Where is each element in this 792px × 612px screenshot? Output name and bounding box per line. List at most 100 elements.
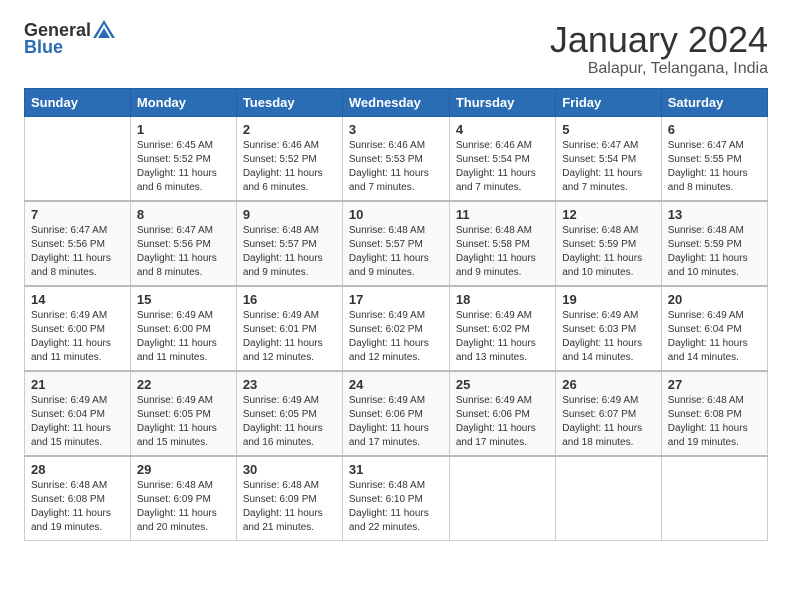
day-info: Sunrise: 6:48 AM Sunset: 6:10 PM Dayligh… [349, 479, 443, 535]
day-number: 3 [349, 122, 443, 137]
col-header-saturday: Saturday [661, 88, 767, 116]
calendar-cell: 19 Sunrise: 6:49 AM Sunset: 6:03 PM Dayli… [556, 286, 662, 371]
day-info: Sunrise: 6:47 AM Sunset: 5:55 PM Dayligh… [668, 139, 761, 195]
calendar-cell: 8 Sunrise: 6:47 AM Sunset: 5:56 PM Daylig… [130, 201, 236, 286]
month-title: January 2024 [550, 20, 768, 60]
day-number: 7 [31, 207, 124, 222]
col-header-thursday: Thursday [449, 88, 555, 116]
day-number: 27 [668, 377, 761, 392]
day-info: Sunrise: 6:49 AM Sunset: 6:06 PM Dayligh… [456, 394, 549, 450]
day-info: Sunrise: 6:46 AM Sunset: 5:53 PM Dayligh… [349, 139, 443, 195]
day-number: 24 [349, 377, 443, 392]
day-number: 17 [349, 292, 443, 307]
day-info: Sunrise: 6:49 AM Sunset: 6:02 PM Dayligh… [349, 309, 443, 365]
week-row-1: 1Sunrise: 6:45 AM Sunset: 5:52 PM Daylig… [25, 116, 768, 201]
calendar-header-row: SundayMondayTuesdayWednesdayThursdayFrid… [25, 88, 768, 116]
day-number: 6 [668, 122, 761, 137]
day-info: Sunrise: 6:48 AM Sunset: 5:59 PM Dayligh… [562, 224, 655, 280]
day-number: 31 [349, 462, 443, 477]
calendar-cell: 3 Sunrise: 6:46 AM Sunset: 5:53 PM Daylig… [342, 116, 449, 201]
calendar-cell: 10 Sunrise: 6:48 AM Sunset: 5:57 PM Dayli… [342, 201, 449, 286]
calendar-cell: 26Sunrise: 6:49 AM Sunset: 6:07 PM Dayli… [556, 371, 662, 456]
day-number: 19 [562, 292, 655, 307]
day-number: 5 [562, 122, 655, 137]
day-info: Sunrise: 6:49 AM Sunset: 6:04 PM Dayligh… [668, 309, 761, 365]
calendar-cell: 14 Sunrise: 6:49 AM Sunset: 6:00 PM Dayli… [25, 286, 131, 371]
day-info: Sunrise: 6:49 AM Sunset: 6:05 PM Dayligh… [243, 394, 336, 450]
calendar-cell [449, 456, 555, 541]
calendar-cell: 9 Sunrise: 6:48 AM Sunset: 5:57 PM Daylig… [236, 201, 342, 286]
day-number: 13 [668, 207, 761, 222]
week-row-4: 21Sunrise: 6:49 AM Sunset: 6:04 PM Dayli… [25, 371, 768, 456]
calendar-cell: 17 Sunrise: 6:49 AM Sunset: 6:02 PM Dayli… [342, 286, 449, 371]
day-number: 9 [243, 207, 336, 222]
day-info: Sunrise: 6:49 AM Sunset: 6:03 PM Dayligh… [562, 309, 655, 365]
calendar-cell: 30Sunrise: 6:48 AM Sunset: 6:09 PM Dayli… [236, 456, 342, 541]
calendar-cell [556, 456, 662, 541]
day-number: 22 [137, 377, 230, 392]
day-info: Sunrise: 6:49 AM Sunset: 6:06 PM Dayligh… [349, 394, 443, 450]
day-info: Sunrise: 6:49 AM Sunset: 6:07 PM Dayligh… [562, 394, 655, 450]
day-info: Sunrise: 6:49 AM Sunset: 6:00 PM Dayligh… [137, 309, 230, 365]
calendar-cell [25, 116, 131, 201]
calendar-cell: 21Sunrise: 6:49 AM Sunset: 6:04 PM Dayli… [25, 371, 131, 456]
location-title: Balapur, Telangana, India [550, 60, 768, 78]
day-number: 15 [137, 292, 230, 307]
calendar-cell: 2Sunrise: 6:46 AM Sunset: 5:52 PM Daylig… [236, 116, 342, 201]
calendar-cell: 5Sunrise: 6:47 AM Sunset: 5:54 PM Daylig… [556, 116, 662, 201]
calendar-cell: 4 Sunrise: 6:46 AM Sunset: 5:54 PM Daylig… [449, 116, 555, 201]
calendar-cell: 25 Sunrise: 6:49 AM Sunset: 6:06 PM Dayli… [449, 371, 555, 456]
calendar-cell: 12 Sunrise: 6:48 AM Sunset: 5:59 PM Dayli… [556, 201, 662, 286]
title-block: January 2024 Balapur, Telangana, India [550, 20, 768, 78]
day-number: 30 [243, 462, 336, 477]
logo-icon [93, 20, 115, 40]
day-info: Sunrise: 6:49 AM Sunset: 6:05 PM Dayligh… [137, 394, 230, 450]
day-number: 14 [31, 292, 124, 307]
day-info: Sunrise: 6:48 AM Sunset: 6:08 PM Dayligh… [668, 394, 761, 450]
calendar-cell: 13 Sunrise: 6:48 AM Sunset: 5:59 PM Dayli… [661, 201, 767, 286]
week-row-5: 28 Sunrise: 6:48 AM Sunset: 6:08 PM Dayli… [25, 456, 768, 541]
calendar-cell: 1Sunrise: 6:45 AM Sunset: 5:52 PM Daylig… [130, 116, 236, 201]
calendar-table: SundayMondayTuesdayWednesdayThursdayFrid… [24, 88, 768, 541]
calendar-cell [661, 456, 767, 541]
day-info: Sunrise: 6:49 AM Sunset: 6:00 PM Dayligh… [31, 309, 124, 365]
day-info: Sunrise: 6:48 AM Sunset: 6:09 PM Dayligh… [137, 479, 230, 535]
day-number: 1 [137, 122, 230, 137]
day-number: 16 [243, 292, 336, 307]
day-number: 11 [456, 207, 549, 222]
col-header-tuesday: Tuesday [236, 88, 342, 116]
day-number: 28 [31, 462, 124, 477]
calendar-cell: 31 Sunrise: 6:48 AM Sunset: 6:10 PM Dayli… [342, 456, 449, 541]
calendar-cell: 15 Sunrise: 6:49 AM Sunset: 6:00 PM Dayli… [130, 286, 236, 371]
calendar-cell: 6 Sunrise: 6:47 AM Sunset: 5:55 PM Daylig… [661, 116, 767, 201]
calendar-cell: 29Sunrise: 6:48 AM Sunset: 6:09 PM Dayli… [130, 456, 236, 541]
logo: General Blue [24, 20, 115, 58]
day-info: Sunrise: 6:48 AM Sunset: 6:08 PM Dayligh… [31, 479, 124, 535]
day-info: Sunrise: 6:49 AM Sunset: 6:04 PM Dayligh… [31, 394, 124, 450]
day-info: Sunrise: 6:47 AM Sunset: 5:56 PM Dayligh… [31, 224, 124, 280]
day-info: Sunrise: 6:47 AM Sunset: 5:56 PM Dayligh… [137, 224, 230, 280]
week-row-2: 7 Sunrise: 6:47 AM Sunset: 5:56 PM Daylig… [25, 201, 768, 286]
day-info: Sunrise: 6:48 AM Sunset: 5:59 PM Dayligh… [668, 224, 761, 280]
day-number: 23 [243, 377, 336, 392]
day-number: 25 [456, 377, 549, 392]
day-info: Sunrise: 6:48 AM Sunset: 5:57 PM Dayligh… [243, 224, 336, 280]
day-number: 8 [137, 207, 230, 222]
day-info: Sunrise: 6:48 AM Sunset: 5:57 PM Dayligh… [349, 224, 443, 280]
calendar-cell: 16 Sunrise: 6:49 AM Sunset: 6:01 PM Dayli… [236, 286, 342, 371]
col-header-wednesday: Wednesday [342, 88, 449, 116]
day-info: Sunrise: 6:46 AM Sunset: 5:54 PM Dayligh… [456, 139, 549, 195]
day-number: 10 [349, 207, 443, 222]
calendar-cell: 18Sunrise: 6:49 AM Sunset: 6:02 PM Dayli… [449, 286, 555, 371]
col-header-friday: Friday [556, 88, 662, 116]
day-info: Sunrise: 6:49 AM Sunset: 6:01 PM Dayligh… [243, 309, 336, 365]
col-header-monday: Monday [130, 88, 236, 116]
day-number: 4 [456, 122, 549, 137]
day-info: Sunrise: 6:49 AM Sunset: 6:02 PM Dayligh… [456, 309, 549, 365]
calendar-cell: 24 Sunrise: 6:49 AM Sunset: 6:06 PM Dayli… [342, 371, 449, 456]
page-header: General Blue January 2024 Balapur, Telan… [24, 20, 768, 78]
col-header-sunday: Sunday [25, 88, 131, 116]
day-number: 2 [243, 122, 336, 137]
calendar-cell: 28 Sunrise: 6:48 AM Sunset: 6:08 PM Dayli… [25, 456, 131, 541]
day-number: 12 [562, 207, 655, 222]
